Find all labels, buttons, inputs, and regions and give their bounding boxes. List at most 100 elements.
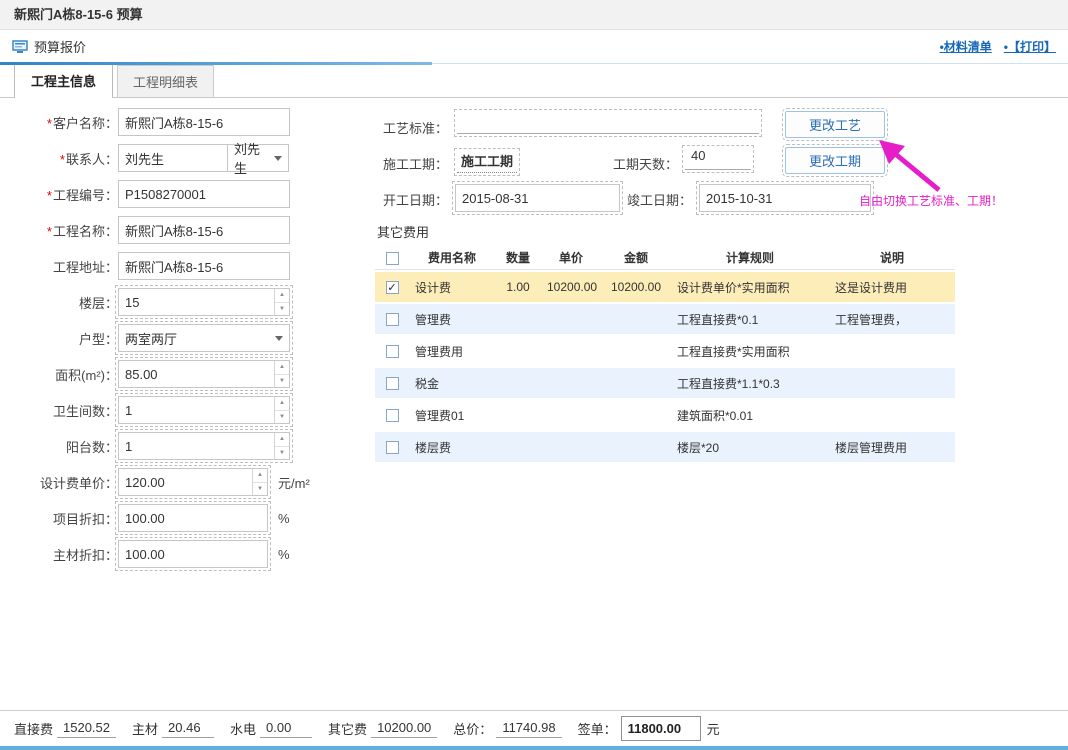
spinner-down-icon[interactable]: ▼: [275, 447, 289, 460]
row-checkbox[interactable]: [386, 409, 399, 422]
bathroom-count-input[interactable]: [119, 397, 274, 423]
spinner-buttons[interactable]: ▲▼: [274, 361, 289, 387]
horizontal-scrollbar[interactable]: [0, 746, 1068, 750]
fee-row-floor-fee[interactable]: 楼层费 楼层*20 楼层管理费用: [375, 432, 955, 462]
spinner-up-icon[interactable]: ▲: [275, 433, 289, 447]
spinner-buttons[interactable]: ▲▼: [252, 469, 267, 495]
house-type-value: 两室两厅: [125, 329, 177, 348]
currency-unit: 元: [707, 719, 720, 738]
schedule-days-field[interactable]: 40: [685, 148, 751, 170]
row-checkbox[interactable]: [386, 313, 399, 326]
fee-rule: 工程直接费*1.1*0.3: [671, 368, 829, 398]
fee-row-management-cost[interactable]: 管理费用 工程直接费*实用面积: [375, 336, 955, 366]
fee-row-tax[interactable]: 税金 工程直接费*1.1*0.3: [375, 368, 955, 398]
area-spinner[interactable]: ▲▼: [118, 360, 290, 388]
spinner-up-icon[interactable]: ▲: [253, 469, 267, 483]
print-link[interactable]: •【打印】: [1004, 38, 1056, 55]
other-fees-title: 其它费用: [377, 222, 429, 241]
project-code-input[interactable]: [118, 180, 290, 208]
bathroom-count-spinner[interactable]: ▲▼: [118, 396, 290, 424]
form-row-project-code: *工程编号：: [16, 180, 310, 208]
change-schedule-button[interactable]: 更改工期: [785, 147, 885, 174]
spinner-down-icon[interactable]: ▼: [275, 375, 289, 388]
row-checkbox[interactable]: [386, 377, 399, 390]
tab-label: 工程明细表: [133, 75, 198, 90]
field-label: 面积(m²)：: [55, 368, 118, 383]
design-fee-price-input[interactable]: [119, 469, 252, 495]
row-checkbox[interactable]: [386, 441, 399, 454]
form-row-area: 面积(m²)： ▲▼: [16, 360, 310, 388]
customer-name-input[interactable]: [118, 108, 290, 136]
spinner-up-icon[interactable]: ▲: [275, 289, 289, 303]
fee-name: 税金: [409, 368, 495, 398]
schedule-value[interactable]: 施工工期: [457, 151, 517, 173]
fee-name: 管理费01: [409, 400, 495, 430]
fee-amount: [601, 304, 671, 334]
spinner-buttons[interactable]: ▲▼: [274, 433, 289, 459]
col-header-amount: 金额: [601, 246, 671, 270]
direct-fee-label: 直接费: [14, 719, 53, 738]
chevron-down-icon: [274, 156, 282, 161]
fee-amount: 10200.00: [601, 272, 671, 302]
schedule-label: 施工工期：: [383, 154, 448, 173]
spinner-down-icon[interactable]: ▼: [253, 483, 267, 496]
fee-note: [829, 400, 955, 430]
row-checkbox[interactable]: [386, 345, 399, 358]
contact-input[interactable]: [118, 144, 228, 172]
floor-spinner[interactable]: ▲▼: [118, 288, 290, 316]
fee-amount: [601, 432, 671, 462]
col-header-name: 费用名称: [409, 246, 495, 270]
spinner-buttons[interactable]: ▲▼: [274, 397, 289, 423]
toolbar-title: 预算报价: [34, 37, 86, 56]
fee-name: 设计费: [409, 272, 495, 302]
tab-main-info[interactable]: 工程主信息: [14, 62, 113, 98]
fee-row-management-01[interactable]: 管理费01 建筑面积*0.01: [375, 400, 955, 430]
tab-detail-sheet[interactable]: 工程明细表: [117, 65, 214, 97]
spinner-buttons[interactable]: ▲▼: [274, 289, 289, 315]
fee-rule: 工程直接费*0.1: [671, 304, 829, 334]
spinner-up-icon[interactable]: ▲: [275, 397, 289, 411]
fee-note: [829, 336, 955, 366]
main-content: *客户名称： *联系人： 刘先生 *工程编号： *工程名称： 工程: [0, 98, 1068, 710]
fee-qty: [495, 400, 541, 430]
fee-row-design[interactable]: ✓ 设计费 1.00 10200.00 10200.00 设计费单价*实用面积 …: [375, 272, 955, 302]
house-type-select[interactable]: 两室两厅: [118, 324, 290, 352]
spinner-down-icon[interactable]: ▼: [275, 303, 289, 316]
sign-amount-input[interactable]: [621, 716, 701, 741]
material-discount-unit: %: [278, 547, 290, 562]
fee-qty: [495, 304, 541, 334]
report-icon: [12, 40, 28, 54]
contact-select[interactable]: 刘先生: [227, 144, 289, 172]
material-discount-input[interactable]: [118, 540, 268, 568]
start-date-input[interactable]: [455, 184, 620, 212]
direct-fee-value: 1520.52: [57, 719, 116, 738]
fee-amount: [601, 400, 671, 430]
col-header-rule: 计算规则: [671, 246, 829, 270]
project-discount-input[interactable]: [118, 504, 268, 532]
materials-list-link[interactable]: •材料清单: [940, 38, 992, 55]
fee-amount: [601, 368, 671, 398]
end-date-input[interactable]: [699, 184, 871, 212]
budget-window: 新熙门A栋8-15-6 预算 预算报价 •材料清单 •【打印】 工程主信息 工程…: [0, 0, 1068, 750]
field-label: 工程编号：: [53, 188, 118, 203]
field-label: 工程名称：: [53, 224, 118, 239]
craft-standard-field[interactable]: [457, 112, 759, 134]
balcony-count-input[interactable]: [119, 433, 274, 459]
row-checkbox[interactable]: ✓: [386, 281, 399, 294]
floor-input[interactable]: [119, 289, 274, 315]
utility-label: 水电: [230, 719, 256, 738]
area-input[interactable]: [119, 361, 274, 387]
design-fee-price-spinner[interactable]: ▲▼: [118, 468, 268, 496]
fee-note: [829, 368, 955, 398]
change-craft-button[interactable]: 更改工艺: [785, 111, 885, 138]
spinner-up-icon[interactable]: ▲: [275, 361, 289, 375]
project-address-input[interactable]: [118, 252, 290, 280]
select-all-checkbox[interactable]: [386, 252, 399, 265]
fee-row-management[interactable]: 管理费 工程直接费*0.1 工程管理费，: [375, 304, 955, 334]
spinner-down-icon[interactable]: ▼: [275, 411, 289, 424]
toolbar-accent-line: [0, 62, 432, 65]
balcony-count-spinner[interactable]: ▲▼: [118, 432, 290, 460]
window-title: 新熙门A栋8-15-6 预算: [14, 7, 143, 22]
project-name-input[interactable]: [118, 216, 290, 244]
form-row-balcony-count: 阳台数： ▲▼: [16, 432, 310, 460]
